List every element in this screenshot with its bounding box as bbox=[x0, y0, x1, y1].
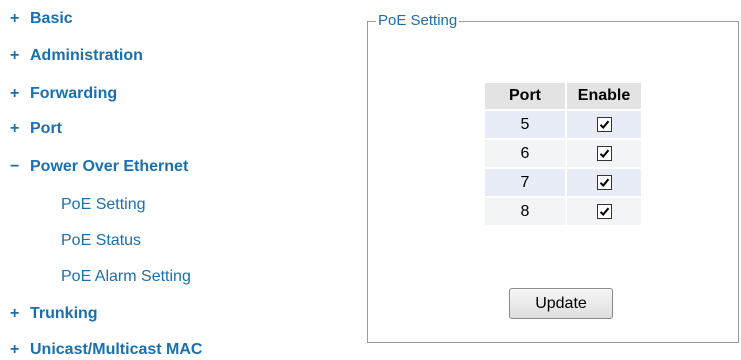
enable-cell bbox=[565, 167, 643, 198]
sidebar-item-administration[interactable]: + Administration bbox=[0, 44, 143, 68]
enable-checkbox[interactable] bbox=[596, 174, 612, 190]
port-column-header: Port bbox=[483, 81, 567, 111]
checkmark-icon bbox=[599, 178, 609, 187]
checkmark-icon bbox=[599, 207, 609, 216]
expand-icon: + bbox=[10, 305, 20, 322]
collapse-icon: − bbox=[10, 158, 20, 175]
table-header-row: Port Enable bbox=[483, 81, 643, 111]
enable-checkbox[interactable] bbox=[596, 116, 612, 132]
port-number: 5 bbox=[483, 109, 567, 140]
sidebar-item-label: Trunking bbox=[30, 305, 98, 322]
expand-icon: + bbox=[10, 47, 20, 64]
enable-cell bbox=[565, 109, 643, 140]
sidebar-item-forwarding[interactable]: + Forwarding bbox=[0, 82, 117, 106]
enable-column-header: Enable bbox=[565, 81, 643, 111]
sidebar-item-port[interactable]: + Port bbox=[0, 117, 62, 141]
checkmark-icon bbox=[599, 120, 609, 129]
port-number: 8 bbox=[483, 196, 567, 227]
sidebar-item-basic[interactable]: + Basic bbox=[0, 7, 73, 31]
page: + Basic + Administration + Forwarding + Port… bbox=[0, 0, 741, 360]
sidebar-item-label: Port bbox=[30, 120, 62, 137]
poe-port-table: Port Enable 5 6 7 8 bbox=[483, 81, 643, 227]
table-row: 8 bbox=[483, 196, 643, 227]
sidebar-item-label: Administration bbox=[30, 47, 143, 64]
table-row: 7 bbox=[483, 167, 643, 198]
enable-checkbox[interactable] bbox=[596, 203, 612, 219]
expand-icon: + bbox=[10, 120, 20, 137]
expand-icon: + bbox=[10, 10, 20, 27]
sidebar-item-label: Unicast/Multicast MAC bbox=[30, 341, 203, 358]
poe-setting-legend: PoE Setting bbox=[376, 12, 460, 30]
table-row: 6 bbox=[483, 138, 643, 169]
sidebar-subitem-poe-status[interactable]: PoE Status bbox=[61, 229, 141, 253]
sidebar-item-power-over-ethernet[interactable]: − Power Over Ethernet bbox=[0, 155, 188, 179]
sidebar-item-unicast-multicast-mac[interactable]: + Unicast/Multicast MAC bbox=[0, 338, 202, 360]
port-number: 6 bbox=[483, 138, 567, 169]
enable-checkbox[interactable] bbox=[596, 145, 612, 161]
enable-cell bbox=[565, 138, 643, 169]
sidebar-item-trunking[interactable]: + Trunking bbox=[0, 302, 98, 326]
sidebar-item-label: Basic bbox=[30, 10, 73, 27]
table-row: 5 bbox=[483, 109, 643, 140]
sidebar-item-label: Forwarding bbox=[30, 85, 118, 102]
port-number: 7 bbox=[483, 167, 567, 198]
sidebar-item-label: Power Over Ethernet bbox=[30, 158, 189, 175]
sidebar-subitem-poe-setting[interactable]: PoE Setting bbox=[61, 193, 146, 217]
update-button[interactable]: Update bbox=[509, 288, 613, 319]
expand-icon: + bbox=[10, 341, 20, 358]
enable-cell bbox=[565, 196, 643, 227]
sidebar-subitem-poe-alarm-setting[interactable]: PoE Alarm Setting bbox=[61, 265, 191, 289]
checkmark-icon bbox=[599, 149, 609, 158]
expand-icon: + bbox=[10, 85, 20, 102]
